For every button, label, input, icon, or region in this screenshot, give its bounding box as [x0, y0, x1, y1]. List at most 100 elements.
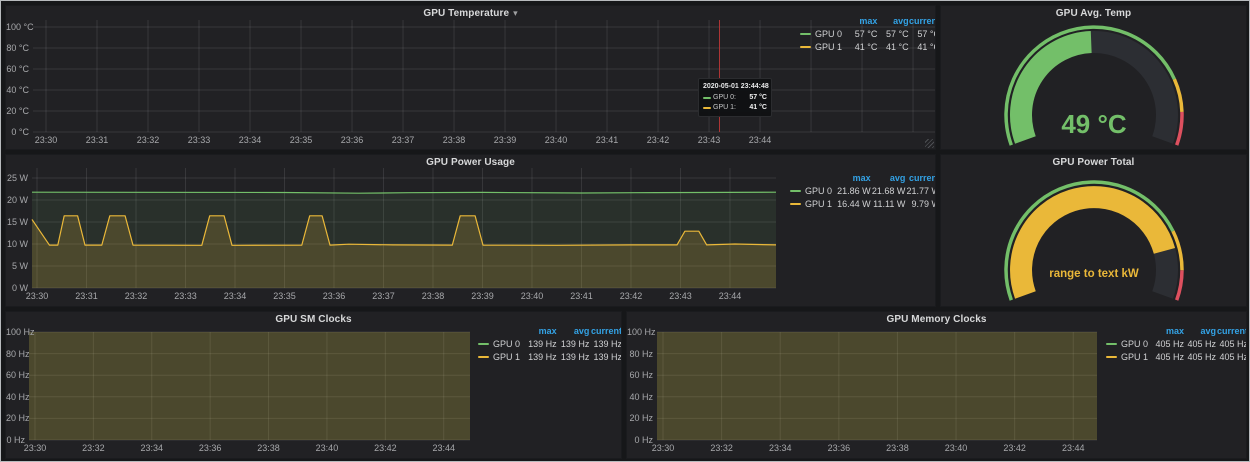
panel-header-gpu-power-usage[interactable]: GPU Power Usage [6, 155, 935, 170]
x-tick-label: 23:42 [638, 135, 678, 145]
x-tick-label: 23:37 [363, 291, 403, 301]
legend-header-avg[interactable]: avg [871, 173, 906, 183]
series-color-dash-icon [703, 107, 711, 109]
legend-row-gpu0[interactable]: GPU 0405 Hz405 Hz405 Hz [1106, 337, 1247, 350]
legend-row-gpu1[interactable]: GPU 1139 Hz139 Hz139 Hz [478, 350, 622, 363]
panel-title-gpu-avg-temp: GPU Avg. Temp [1056, 8, 1131, 19]
series-color-dash-icon [790, 203, 801, 205]
legend-row-gpu1[interactable]: GPU 1405 Hz405 Hz405 Hz [1106, 350, 1247, 363]
x-tick-label: 23:44 [710, 291, 750, 301]
legend-row-gpu1[interactable]: GPU 141 °C41 °C41 °C [800, 40, 936, 53]
y-tick-label: 100 °C [6, 22, 29, 32]
y-tick-label: 60 °C [6, 64, 29, 74]
legend-value: 16.44 W [836, 199, 871, 209]
legend-value: 405 Hz [1152, 339, 1184, 349]
panel-header-gpu-avg-temp[interactable]: GPU Avg. Temp [941, 6, 1246, 21]
x-tick-label: 23:30 [26, 135, 66, 145]
y-tick-label: 20 °C [6, 106, 29, 116]
x-tick-label: 23:43 [689, 135, 729, 145]
legend-value: 139 Hz [589, 352, 622, 362]
legend-header-current[interactable]: current [905, 173, 936, 183]
tooltip-row: GPU 1:41 °C [703, 103, 767, 113]
legend-header-current[interactable]: current [1216, 326, 1247, 336]
panel-header-gpu-power-total[interactable]: GPU Power Total [941, 155, 1246, 170]
series-color-dash-icon [478, 343, 489, 345]
panel-header-gpu-sm-clocks[interactable]: GPU SM Clocks [6, 312, 621, 327]
legend-value: 11.11 W [871, 199, 906, 209]
series-area-gpu1 [29, 332, 470, 440]
panel-resize-handle[interactable] [925, 139, 934, 148]
legend-header-current[interactable]: current [589, 326, 622, 336]
x-tick-label: 23:42 [995, 443, 1035, 453]
legend-header-max[interactable]: max [1152, 326, 1184, 336]
legend-value: 57 °C [846, 29, 877, 39]
x-tick-label: 23:32 [702, 443, 742, 453]
gpu-memory-clocks-svg [657, 332, 1097, 440]
panel-menu-caret-icon[interactable]: ▾ [513, 9, 518, 18]
gpu-power-usage-legend: maxavgcurrentGPU 021.86 W21.68 W21.77 WG… [790, 171, 936, 210]
x-tick-label: 23:34 [760, 443, 800, 453]
gpu-sm-clocks-chart[interactable] [29, 332, 470, 440]
legend-header-avg[interactable]: avg [557, 326, 590, 336]
legend-value: 405 Hz [1184, 339, 1216, 349]
x-tick-label: 23:40 [536, 135, 576, 145]
gauge-value-arc [1021, 197, 1164, 295]
series-color-dash-icon [800, 33, 811, 35]
x-tick-label: 23:36 [819, 443, 859, 453]
x-tick-label: 23:44 [1053, 443, 1093, 453]
panel-gpu-avg-temp: GPU Avg. Temp 49 °C [940, 5, 1247, 150]
legend-row-gpu0[interactable]: GPU 0139 Hz139 Hz139 Hz [478, 337, 622, 350]
panel-header-gpu-memory-clocks[interactable]: GPU Memory Clocks [627, 312, 1246, 327]
y-tick-label: 10 W [6, 239, 28, 249]
x-tick-label: 23:38 [877, 443, 917, 453]
x-tick-label: 23:35 [281, 135, 321, 145]
x-tick-label: 23:38 [413, 291, 453, 301]
panel-title-gpu-power-total: GPU Power Total [1053, 157, 1135, 168]
legend-value: 41 °C [909, 42, 936, 52]
legend-header-max[interactable]: max [524, 326, 557, 336]
x-tick-label: 23:40 [307, 443, 347, 453]
series-color-dash-icon [1106, 356, 1117, 358]
x-tick-label: 23:33 [179, 135, 219, 145]
panel-gpu-temperature: GPU Temperature ▾ maxavgcurrentGPU 057 °… [5, 5, 936, 150]
y-tick-label: 60 Hz [627, 370, 653, 380]
series-color-dash-icon [800, 46, 811, 48]
y-tick-label: 40 Hz [6, 392, 25, 402]
x-tick-label: 23:34 [132, 443, 172, 453]
legend-header-avg[interactable]: avg [1184, 326, 1216, 336]
gpu-power-usage-chart[interactable] [32, 168, 776, 288]
y-tick-label: 5 W [6, 261, 28, 271]
panel-header-gpu-temperature[interactable]: GPU Temperature ▾ [6, 6, 935, 21]
legend-header-max[interactable]: max [836, 173, 871, 183]
legend-row-gpu1[interactable]: GPU 116.44 W11.11 W9.79 W [790, 197, 936, 210]
series-color-dash-icon [790, 190, 801, 192]
series-color-dash-icon [478, 356, 489, 358]
panel-gpu-memory-clocks: GPU Memory Clocks maxavgcurrentGPU 0405 … [626, 311, 1247, 459]
x-tick-label: 23:34 [215, 291, 255, 301]
legend-value: 57 °C [877, 29, 908, 39]
gpu-memory-clocks-chart[interactable] [657, 332, 1097, 440]
x-tick-label: 23:36 [314, 291, 354, 301]
legend-value: 9.79 W [905, 199, 936, 209]
legend-row-gpu0[interactable]: GPU 021.86 W21.68 W21.77 W [790, 184, 936, 197]
legend-value: 41 °C [877, 42, 908, 52]
x-tick-label: 23:35 [264, 291, 304, 301]
legend-value: 405 Hz [1216, 352, 1247, 362]
x-tick-label: 23:30 [643, 443, 683, 453]
panel-title-gpu-temperature: GPU Temperature [423, 8, 509, 19]
legend-value: 41 °C [846, 42, 877, 52]
x-tick-label: 23:40 [936, 443, 976, 453]
y-tick-label: 100 Hz [627, 327, 653, 337]
x-tick-label: 23:44 [424, 443, 464, 453]
gpu-sm-clocks-legend: maxavgcurrentGPU 0139 Hz139 Hz139 HzGPU … [478, 324, 622, 363]
panel-title-gpu-memory-clocks: GPU Memory Clocks [886, 314, 986, 325]
x-tick-label: 23:32 [128, 135, 168, 145]
legend-row-gpu0[interactable]: GPU 057 °C57 °C57 °C [800, 27, 936, 40]
x-tick-label: 23:39 [462, 291, 502, 301]
gpu-memory-clocks-legend: maxavgcurrentGPU 0405 Hz405 Hz405 HzGPU … [1106, 324, 1247, 363]
legend-header: maxavgcurrent [790, 171, 936, 184]
gpu-power-total-svg: range to text kW [941, 155, 1246, 306]
gpu-sm-clocks-svg [29, 332, 470, 440]
tooltip-series-label: GPU 0: [713, 93, 745, 103]
legend-value: 21.86 W [836, 186, 871, 196]
